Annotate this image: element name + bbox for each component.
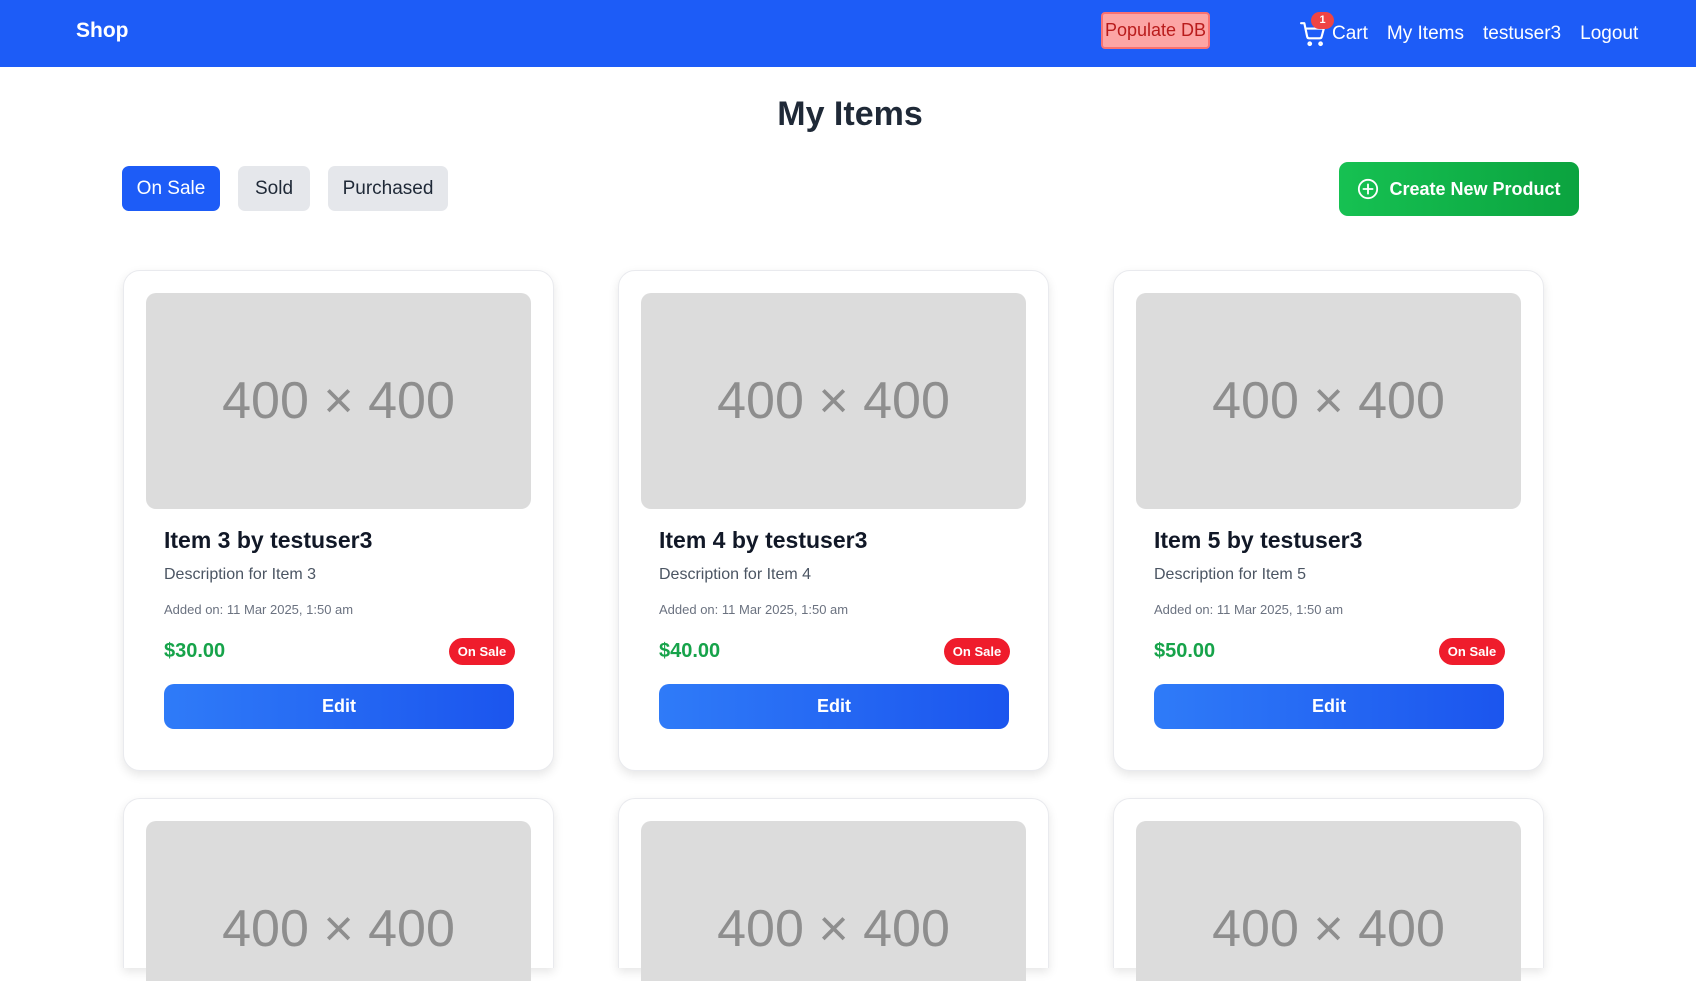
create-product-button[interactable]: Create New Product xyxy=(1339,162,1579,216)
create-product-label: Create New Product xyxy=(1389,178,1561,199)
product-price: $30.00 xyxy=(164,640,226,662)
populate-db-button[interactable]: Populate DB xyxy=(1101,12,1210,49)
product-added-date: Added on: 11 Mar 2025, 1:50 am xyxy=(164,602,354,617)
product-card: 400 × 400 Item 4 by testuser3 Descriptio… xyxy=(618,270,1049,771)
product-price: $40.00 xyxy=(659,640,721,662)
plus-circle-icon xyxy=(1358,178,1379,200)
cart-icon: 1 xyxy=(1300,11,1334,47)
product-card: 400 × 400 xyxy=(1113,798,1544,981)
product-added-date: Added on: 11 Mar 2025, 1:50 am xyxy=(659,602,849,617)
cart-count-badge: 1 xyxy=(1311,11,1334,29)
status-badge: On Sale xyxy=(1439,638,1505,665)
navbar: Shop Populate DB 1 Cart My Items testuse… xyxy=(0,0,1696,67)
product-image: 400 × 400 xyxy=(641,293,1026,509)
product-title: Item 5 by testuser3 xyxy=(1154,527,1363,553)
username-link[interactable]: testuser3 xyxy=(1483,23,1561,45)
cart-link[interactable]: 1 Cart xyxy=(1300,11,1368,47)
edit-button[interactable]: Edit xyxy=(1154,684,1504,729)
product-description: Description for Item 4 xyxy=(659,566,812,583)
edit-button[interactable]: Edit xyxy=(659,684,1009,729)
product-image: 400 × 400 xyxy=(641,821,1026,981)
tab-purchased[interactable]: Purchased xyxy=(328,166,448,211)
product-title: Item 4 by testuser3 xyxy=(659,527,868,553)
brand-logo[interactable]: Shop xyxy=(76,19,129,43)
my-items-link[interactable]: My Items xyxy=(1387,23,1464,45)
edit-button[interactable]: Edit xyxy=(164,684,514,729)
logout-link[interactable]: Logout xyxy=(1580,23,1638,45)
status-badge: On Sale xyxy=(944,638,1010,665)
product-card: 400 × 400 Item 5 by testuser3 Descriptio… xyxy=(1113,270,1544,771)
product-price: $50.00 xyxy=(1154,640,1216,662)
product-image: 400 × 400 xyxy=(146,821,531,981)
product-card: 400 × 400 xyxy=(123,798,554,981)
product-description: Description for Item 3 xyxy=(164,566,317,583)
tab-sold[interactable]: Sold xyxy=(238,166,310,211)
product-card: 400 × 400 xyxy=(618,798,1049,981)
product-image: 400 × 400 xyxy=(146,293,531,509)
cart-label: Cart xyxy=(1332,22,1368,44)
product-image: 400 × 400 xyxy=(1136,821,1521,981)
product-card: 400 × 400 Item 3 by testuser3 Descriptio… xyxy=(123,270,554,771)
product-description: Description for Item 5 xyxy=(1154,566,1307,583)
product-image: 400 × 400 xyxy=(1136,293,1521,509)
status-badge: On Sale xyxy=(449,638,515,665)
page-title: My Items xyxy=(777,95,923,133)
product-title: Item 3 by testuser3 xyxy=(164,527,373,553)
tab-on-sale[interactable]: On Sale xyxy=(122,166,220,211)
product-added-date: Added on: 11 Mar 2025, 1:50 am xyxy=(1154,602,1344,617)
nav-links: 1 Cart My Items testuser3 Logout xyxy=(1300,0,1657,67)
